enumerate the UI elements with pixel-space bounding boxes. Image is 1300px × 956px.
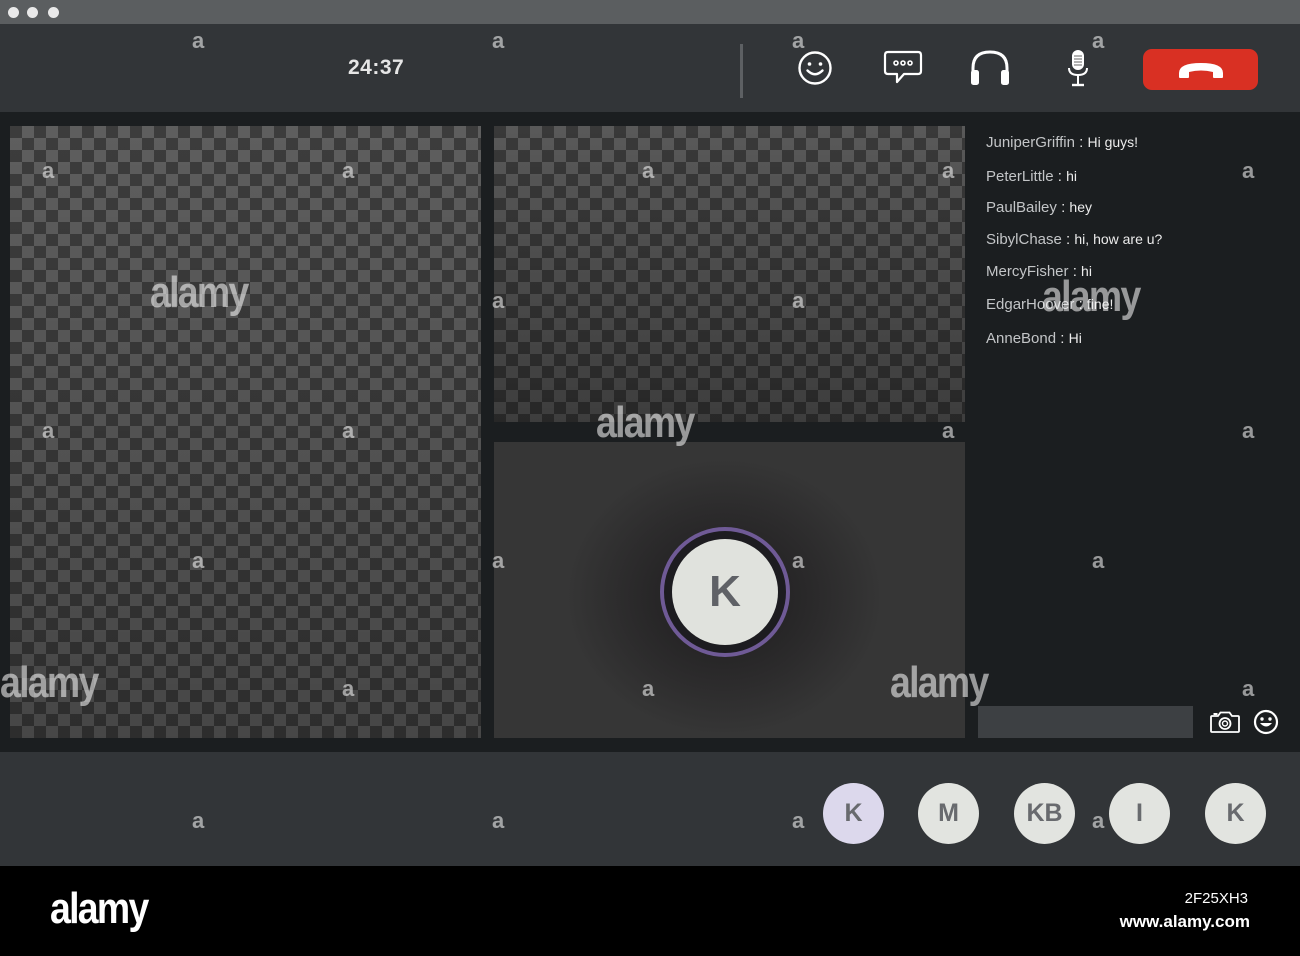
chat-message-user[interactable]: MercyFisher: [986, 263, 1069, 280]
chat-message-user[interactable]: AnneBond: [986, 330, 1056, 347]
chat-message-separator: :: [1057, 168, 1062, 185]
chat-message-separator: :: [1072, 263, 1077, 280]
chat-message: AnneBond : Hi: [986, 330, 1082, 347]
chat-message-separator: :: [1079, 134, 1084, 151]
chat-message: MercyFisher : hi: [986, 263, 1092, 280]
chat-message-text: Hi: [1068, 330, 1082, 346]
chat-message-text: fine!: [1086, 296, 1114, 312]
window-titlebar: [0, 0, 1300, 24]
video-tile-avatar[interactable]: K: [494, 442, 965, 738]
chat-message-user[interactable]: PeterLittle: [986, 168, 1054, 185]
stock-footer: alamy 2F25XH3 www.alamy.com: [0, 866, 1300, 956]
participant-avatar[interactable]: KB: [1014, 783, 1075, 844]
speech-bubble-icon: [883, 50, 923, 84]
participant-avatar[interactable]: K: [1205, 783, 1266, 844]
chat-message: JuniperGriffin : Hi guys!: [986, 134, 1138, 151]
call-toolbar: 24:37: [0, 24, 1300, 112]
stock-logo: alamy: [50, 884, 149, 933]
chat-button[interactable]: [879, 44, 927, 92]
chat-message-user[interactable]: PaulBailey: [986, 199, 1057, 216]
chat-message-text: hi: [1081, 263, 1092, 279]
chat-message-separator: :: [1061, 199, 1066, 216]
avatar-initial: K: [672, 539, 778, 645]
participant-avatar[interactable]: M: [918, 783, 979, 844]
toolbar-divider: [740, 44, 743, 98]
window-dot-icon[interactable]: [48, 7, 59, 18]
chat-message-text: hi, how are u?: [1074, 231, 1163, 247]
chat-message-text: hey: [1069, 199, 1092, 215]
chat-message-separator: :: [1078, 296, 1083, 313]
chat-message-user[interactable]: EdgarHoover: [986, 296, 1074, 313]
video-tile-secondary[interactable]: [494, 126, 965, 422]
emoji-button[interactable]: [791, 44, 839, 92]
stock-url: www.alamy.com: [1119, 912, 1250, 931]
camera-icon: [1210, 711, 1240, 733]
chat-emoji-button[interactable]: [1250, 708, 1282, 736]
chat-message: PeterLittle : hi: [986, 168, 1077, 185]
chat-message: PaulBailey : hey: [986, 199, 1092, 216]
chat-camera-button[interactable]: [1209, 708, 1241, 736]
active-speaker-avatar: K: [660, 527, 790, 657]
headphones-icon: [971, 50, 1009, 85]
chat-panel: JuniperGriffin : Hi guys! PeterLittle : h…: [965, 112, 1300, 752]
chat-message-user[interactable]: JuniperGriffin: [986, 134, 1075, 151]
call-timer: 24:37: [348, 56, 405, 79]
window-dot-icon[interactable]: [27, 7, 38, 18]
chat-message-text: hi: [1066, 168, 1077, 184]
chat-message: SibylChase : hi, how are u?: [986, 231, 1162, 248]
chat-message-separator: :: [1066, 231, 1071, 248]
participants-bar: K M KB I K: [0, 752, 1300, 866]
microphone-icon: [1068, 50, 1088, 87]
chat-message-separator: :: [1060, 330, 1065, 347]
microphone-button[interactable]: [1054, 44, 1102, 92]
chat-input[interactable]: [978, 706, 1193, 738]
participant-avatar[interactable]: I: [1109, 783, 1170, 844]
chat-message-user[interactable]: SibylChase: [986, 231, 1062, 248]
end-call-button[interactable]: [1143, 49, 1258, 90]
image-id: 2F25XH3: [1184, 890, 1248, 907]
window-dot-icon[interactable]: [8, 7, 19, 18]
participant-avatar[interactable]: K: [823, 783, 884, 844]
audio-button[interactable]: [966, 44, 1014, 92]
video-stage: K JuniperGriffin : Hi guys! PeterLittle :…: [0, 112, 1300, 752]
phone-hangup-icon: [1178, 62, 1223, 78]
smiley-icon: [798, 51, 832, 85]
video-tile-main[interactable]: [10, 126, 481, 738]
chat-message: EdgarHoover : fine!: [986, 296, 1113, 313]
smiley-icon: [1253, 709, 1279, 735]
chat-message-text: Hi guys!: [1087, 134, 1139, 150]
